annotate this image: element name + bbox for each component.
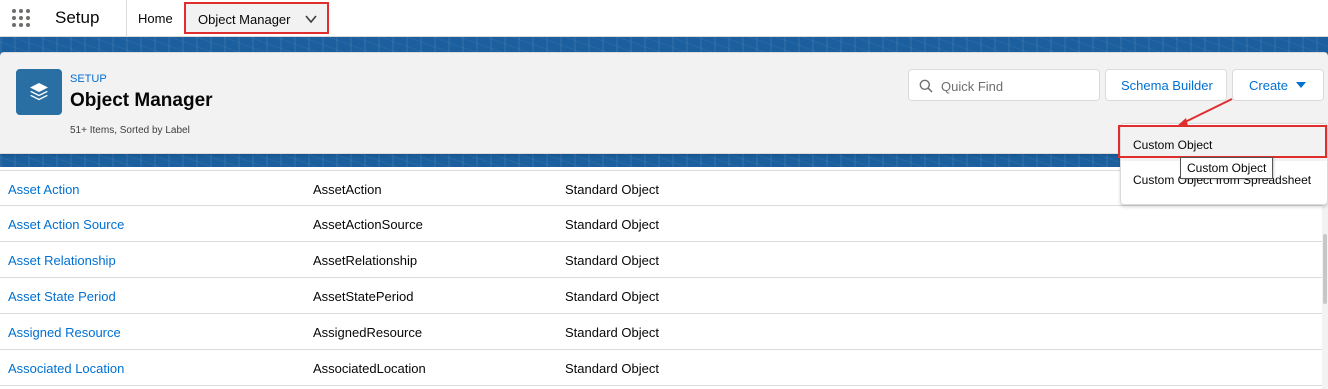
object-api-name: AssetRelationship [313,253,418,268]
create-label: Create [1249,78,1289,93]
scrollbar-thumb[interactable] [1323,234,1327,304]
object-api-name: AssignedResource [313,325,423,340]
search-icon [919,79,933,93]
object-type: Standard Object [565,361,659,376]
object-label-link[interactable]: Asset Relationship [8,253,116,268]
table-row: Associated Location AssociatedLocation S… [0,350,1322,386]
item-count: 51+ Items, Sorted by Label [70,125,190,136]
object-api-name: AssetStatePeriod [313,289,414,304]
object-type: Standard Object [565,253,659,268]
schema-builder-button[interactable]: Schema Builder [1105,69,1227,101]
caret-down-icon [1296,82,1306,88]
object-label-link[interactable]: Asset Action Source [8,217,124,232]
object-api-name: AssetActionSource [313,217,423,232]
object-label-link[interactable]: Asset State Period [8,289,116,304]
quick-find-input[interactable] [941,76,1091,96]
nav-divider [126,0,127,37]
object-api-name: AssetAction [313,182,382,197]
table-row: Asset Action Source AssetActionSource St… [0,206,1322,242]
tab-object-manager[interactable]: Object Manager [184,2,329,34]
object-label-link[interactable]: Asset Action [8,182,80,197]
quick-find-box[interactable] [908,69,1100,101]
app-launcher-icon[interactable] [10,7,32,29]
table-row: Asset State Period AssetStatePeriod Stan… [0,278,1322,314]
object-label-link[interactable]: Associated Location [8,361,124,376]
object-type: Standard Object [565,289,659,304]
annotation-highlight-box [1118,125,1327,158]
tab-home[interactable]: Home [138,11,173,26]
app-name: Setup [55,8,100,27]
object-api-name: AssociatedLocation [313,361,426,376]
table-row: Asset Relationship AssetRelationship Sta… [0,242,1322,278]
object-type: Standard Object [565,182,659,197]
table-row: Assigned Resource AssignedResource Stand… [0,314,1322,350]
tab-object-manager-label: Object Manager [198,12,291,27]
create-button[interactable]: Create [1232,69,1324,101]
schema-builder-label: Schema Builder [1121,78,1213,93]
chevron-down-icon[interactable] [304,12,318,26]
page-title: Object Manager [70,90,213,111]
object-type: Standard Object [565,217,659,232]
object-label-link[interactable]: Assigned Resource [8,325,121,340]
object-type: Standard Object [565,325,659,340]
tooltip: Custom Object [1180,157,1274,179]
breadcrumb[interactable]: SETUP [70,73,107,85]
layers-icon [16,69,62,115]
global-nav: Setup Home Object Manager [0,0,1328,37]
